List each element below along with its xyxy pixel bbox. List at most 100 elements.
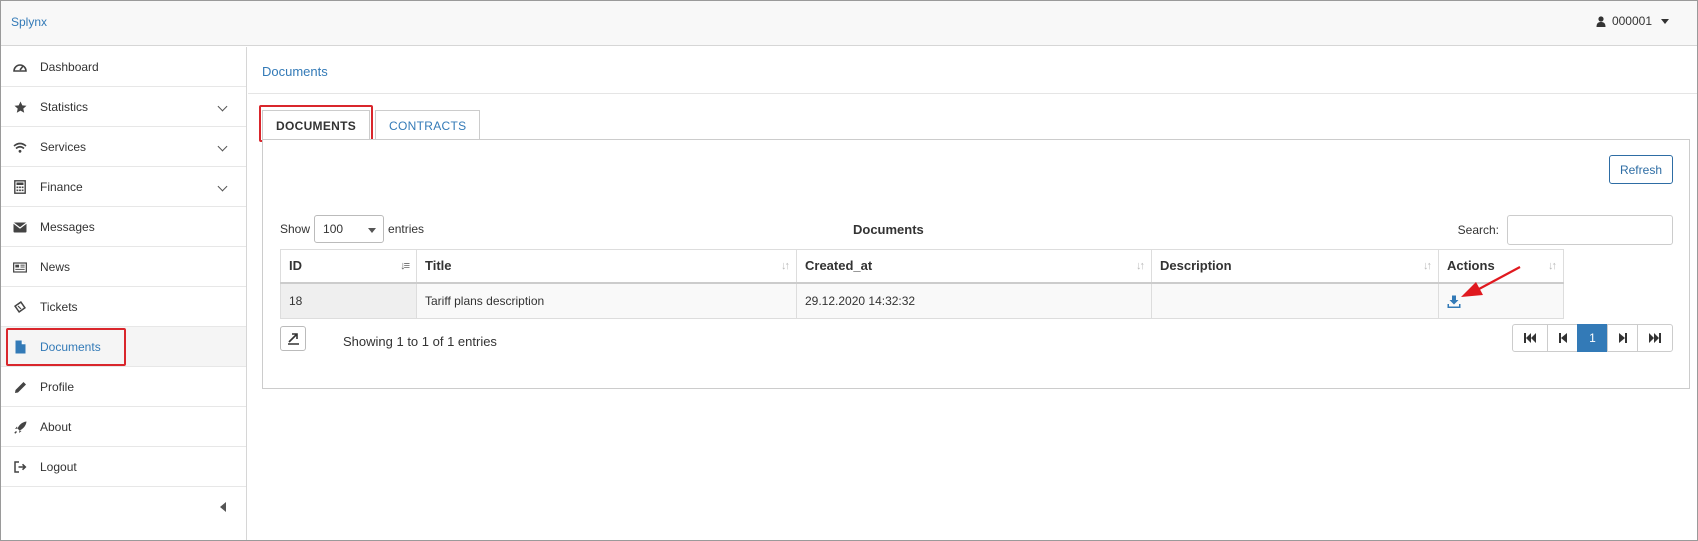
sidebar-item-label: Profile	[40, 379, 75, 394]
page-size-select[interactable]: 100	[314, 215, 385, 243]
page-length-control: Show 100 entries	[280, 215, 424, 243]
column-header-created-at[interactable]: Created_at ↓↑	[796, 249, 1152, 284]
chevron-down-icon	[217, 181, 228, 192]
chevron-down-icon	[217, 101, 228, 112]
cell-actions	[1438, 282, 1564, 319]
sidebar-item-label: Dashboard	[40, 59, 99, 74]
annotation-highlight-box	[6, 328, 126, 366]
first-page-icon	[1524, 333, 1536, 343]
calculator-icon	[13, 180, 27, 194]
page-button-current[interactable]: 1	[1577, 324, 1608, 352]
sort-icon: ↓↑	[781, 260, 790, 272]
chevron-down-icon	[217, 141, 228, 152]
table-title: Documents	[853, 222, 924, 237]
tab-contracts[interactable]: CONTRACTS	[375, 110, 481, 140]
column-header-id[interactable]: ID ↓≡	[280, 249, 417, 284]
sidebar-item-news[interactable]: News	[1, 247, 246, 287]
last-page-icon	[1649, 333, 1661, 343]
table-row: 18 Tariff plans description 29.12.2020 1…	[280, 282, 1564, 319]
column-label: Actions	[1447, 258, 1495, 274]
sidebar: Dashboard Statistics Services Finance Me…	[1, 47, 247, 540]
sidebar-item-services[interactable]: Services	[1, 127, 246, 167]
pencil-icon	[13, 380, 27, 394]
show-label: Show	[280, 222, 311, 236]
sidebar-item-label: News	[40, 259, 71, 274]
main-content: Documents DOCUMENTS CONTRACTS Refresh Sh…	[248, 47, 1697, 540]
tab-label: CONTRACTS	[389, 118, 467, 133]
dropdown-arrow-icon	[368, 228, 377, 233]
envelope-icon	[13, 220, 27, 234]
download-icon[interactable]	[1447, 295, 1461, 309]
user-menu[interactable]: 000001	[1596, 14, 1669, 28]
tab-documents[interactable]: DOCUMENTS	[259, 105, 374, 142]
column-label: Description	[1160, 258, 1232, 274]
sidebar-item-label: Tickets	[40, 299, 78, 314]
last-page-button[interactable]	[1637, 324, 1673, 352]
dashboard-icon	[13, 60, 27, 74]
brand-link[interactable]: Splynx	[11, 15, 47, 29]
sidebar-item-documents[interactable]: Documents	[1, 327, 246, 367]
user-icon	[1596, 15, 1606, 27]
column-header-description[interactable]: Description ↓↑	[1151, 249, 1439, 284]
breadcrumb[interactable]: Documents	[262, 64, 328, 79]
page-size-value: 100	[323, 222, 344, 236]
previous-page-icon	[1558, 333, 1567, 343]
newspaper-icon	[13, 260, 27, 274]
export-icon	[287, 333, 299, 345]
breadcrumb-bar: Documents	[248, 47, 1697, 94]
sort-icon: ↓↑	[1136, 260, 1145, 272]
sidebar-item-label: About	[40, 419, 72, 434]
sidebar-item-label: Finance	[40, 179, 83, 194]
sidebar-item-label: Messages	[40, 219, 95, 234]
cell-created-at: 29.12.2020 14:32:32	[796, 282, 1152, 319]
logout-icon	[13, 460, 27, 474]
cell-title: Tariff plans description	[416, 282, 797, 319]
sidebar-item-messages[interactable]: Messages	[1, 207, 246, 247]
first-page-button[interactable]	[1512, 324, 1548, 352]
rocket-icon	[13, 420, 27, 434]
entries-label: entries	[388, 222, 425, 236]
next-page-button[interactable]	[1607, 324, 1638, 352]
column-header-title[interactable]: Title ↓↑	[416, 249, 797, 284]
next-page-icon	[1618, 333, 1627, 343]
search-input[interactable]	[1507, 215, 1673, 245]
documents-table: ID ↓≡ Title ↓↑ Created_at ↓↑ Description…	[280, 249, 1564, 319]
column-label: Title	[425, 258, 452, 274]
table-info: Showing 1 to 1 of 1 entries	[343, 334, 497, 349]
table-header-row: ID ↓≡ Title ↓↑ Created_at ↓↑ Description…	[280, 249, 1564, 284]
sidebar-item-label: Services	[40, 139, 87, 154]
sort-icon: ↓↑	[1423, 260, 1432, 272]
cell-description	[1151, 282, 1439, 319]
sidebar-item-about[interactable]: About	[1, 407, 246, 447]
cell-id: 18	[280, 282, 417, 319]
tab-bar: DOCUMENTS CONTRACTS	[259, 105, 481, 142]
ticket-icon	[13, 300, 27, 314]
sidebar-item-dashboard[interactable]: Dashboard	[1, 47, 246, 87]
search-label: Search:	[1457, 223, 1499, 237]
documents-panel: Refresh Show 100 entries Documents Searc…	[262, 139, 1690, 389]
annotation-highlight-box	[259, 105, 374, 142]
caret-down-icon	[1661, 18, 1669, 24]
sidebar-collapse-toggle[interactable]	[1, 487, 246, 527]
user-id: 000001	[1611, 14, 1652, 28]
sidebar-item-profile[interactable]: Profile	[1, 367, 246, 407]
sidebar-item-statistics[interactable]: Statistics	[1, 87, 246, 127]
sidebar-item-tickets[interactable]: Tickets	[1, 287, 246, 327]
refresh-button[interactable]: Refresh	[1608, 155, 1673, 184]
top-navbar: Splynx 000001	[1, 1, 1697, 46]
caret-left-icon	[220, 502, 226, 512]
export-button[interactable]	[280, 326, 306, 351]
previous-page-button[interactable]	[1547, 324, 1578, 352]
sidebar-item-label: Logout	[40, 459, 77, 474]
column-header-actions[interactable]: Actions ↓↑	[1438, 249, 1564, 284]
sidebar-item-finance[interactable]: Finance	[1, 167, 246, 207]
sidebar-item-logout[interactable]: Logout	[1, 447, 246, 487]
search-control: Search:	[1458, 215, 1673, 245]
column-label: Created_at	[805, 258, 873, 274]
column-label: ID	[289, 258, 302, 274]
wifi-icon	[13, 140, 27, 154]
pagination: 1	[1512, 324, 1673, 352]
sidebar-item-label: Statistics	[40, 99, 89, 114]
star-icon	[13, 100, 27, 114]
sort-asc-icon: ↓≡	[400, 260, 410, 272]
